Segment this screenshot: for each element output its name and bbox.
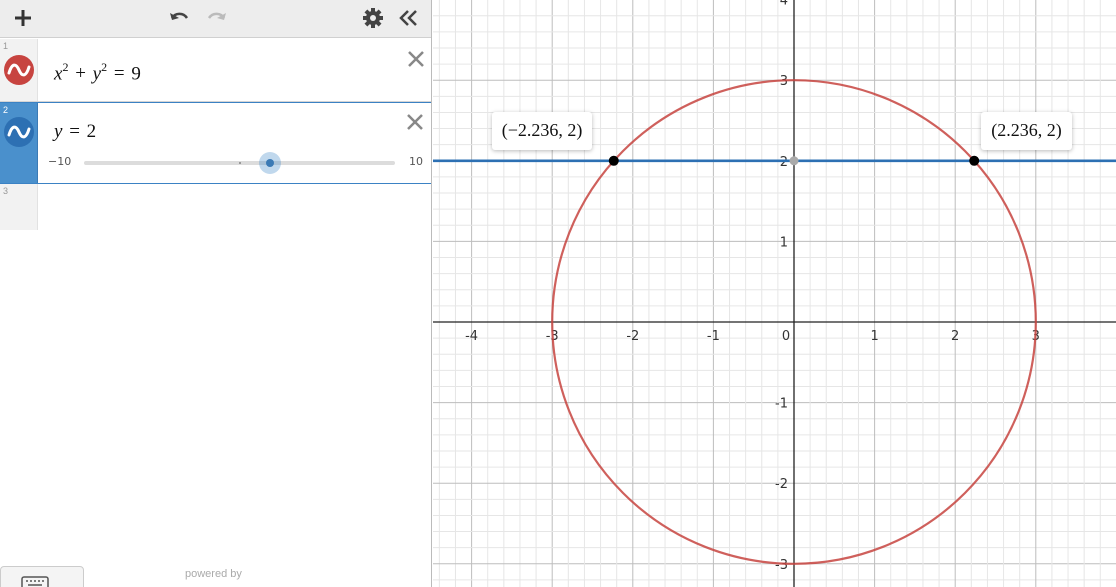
undo-icon[interactable] [167,4,193,32]
math-exponent: 2 [101,60,108,74]
x-tick-label: -2 [626,329,639,344]
expression-math[interactable]: x2 + y2 = 9 [54,60,141,85]
slider-handle[interactable] [259,152,281,174]
x-tick-label: 0 [782,329,790,344]
y-tick-label: 2 [780,155,788,170]
expression-list-panel: 1 x2 + y2 = 9 2 y = 2 −10 10 3 powered b… [0,0,432,587]
expression-row-1[interactable]: 1 x2 + y2 = 9 [0,39,431,102]
x-tick-label: -1 [707,329,720,344]
redo-icon[interactable] [203,4,229,32]
point-coordinate-label[interactable]: (2.236, 2) [981,111,1072,150]
y-intercept-point [789,156,799,166]
expression-index: 3 [3,186,9,196]
expression-index: 1 [3,41,9,51]
y-tick-label: -1 [775,397,788,412]
expression-row-3[interactable]: 3 [0,184,431,230]
slider-zero-tick [239,162,241,164]
slider-track[interactable] [84,152,395,174]
intersection-point [608,155,619,166]
math-constant: 9 [131,63,141,85]
graph-svg[interactable]: -4 -3 -2 -1 0 1 2 34321-1-2-3 [433,0,1116,587]
plus-icon[interactable] [10,4,36,32]
intersection-point [969,155,980,166]
y-tick-label: -2 [775,477,788,492]
math-operator: = [113,63,125,85]
x-tick-label: -4 [465,329,478,344]
x-tick-label: 2 [951,329,959,344]
y-tick-label: -3 [775,558,788,573]
graph-canvas[interactable]: -4 -3 -2 -1 0 1 2 3 4 3 2 1 -1 -2 -3 (−2.236, 2) (2.236… [433,0,1116,587]
expression-math[interactable]: y = 2 [54,121,96,143]
y-tick-label: 1 [780,235,788,250]
slider-max-label[interactable]: 10 [409,155,423,168]
expression-row-2[interactable]: 2 y = 2 −10 10 [0,102,431,184]
expression-gutter: 2 [0,103,38,183]
expression-gutter: 1 [0,39,38,101]
keyboard-icon[interactable] [0,566,84,587]
y-tick-label: 3 [780,74,788,89]
math-operator: + [75,63,86,85]
math-var-y: y [54,121,63,142]
expression-gutter: 3 [0,184,38,230]
x-tick-label: 1 [870,329,878,344]
expression-index: 2 [3,105,9,115]
powered-by-label: powered by [185,568,242,580]
slider-min-label[interactable]: −10 [48,155,71,168]
expression-toolbar [0,0,431,38]
y-tick-label: 4 [780,0,788,9]
math-var-y: y [92,63,102,85]
graph-color-icon[interactable] [4,55,34,85]
math-constant: 2 [86,121,97,142]
close-icon[interactable] [406,49,426,69]
close-icon[interactable] [405,112,425,132]
graph-color-icon[interactable] [4,117,34,147]
gear-icon[interactable] [360,4,386,32]
double-chevron-left-icon[interactable] [396,4,422,32]
point-coordinate-label[interactable]: (−2.236, 2) [491,111,593,150]
math-operator: = [69,121,80,142]
math-exponent: 2 [62,60,69,74]
